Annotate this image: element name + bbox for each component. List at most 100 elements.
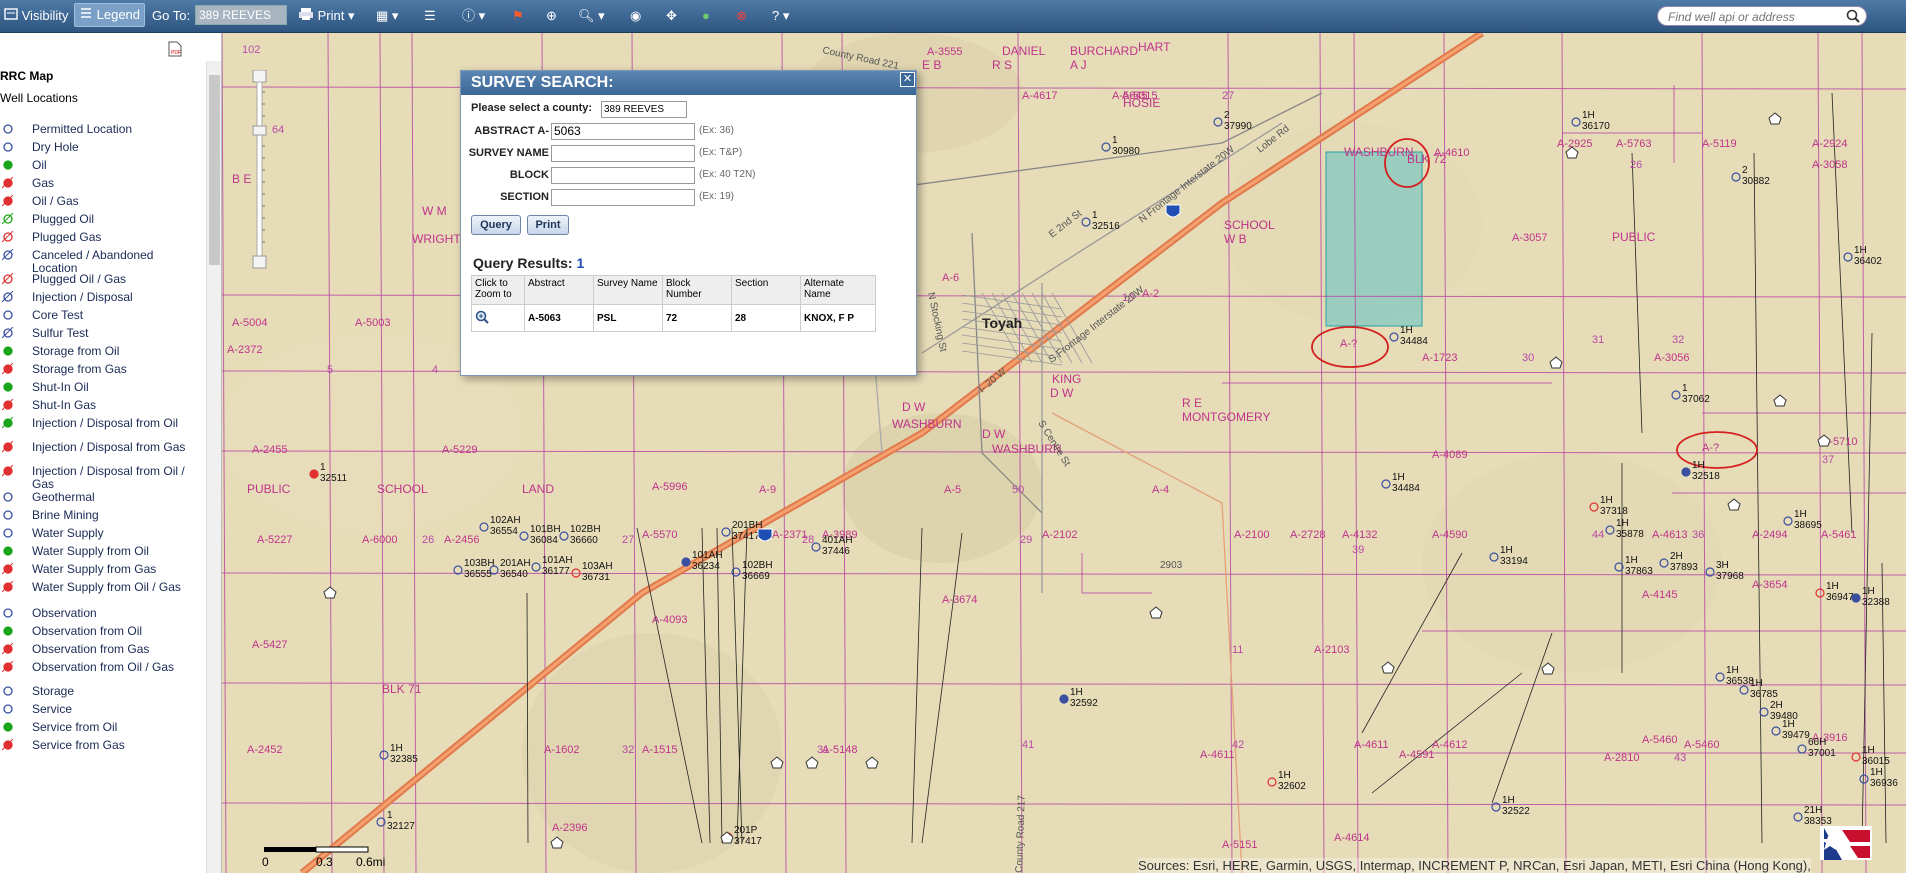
close-icon[interactable]: ✕	[900, 72, 915, 87]
service-icon	[2, 703, 14, 715]
well-api: 36540	[500, 569, 528, 580]
map-label: A-4093	[652, 614, 687, 626]
legend-item-label: Service	[32, 702, 73, 716]
abstract-input[interactable]: 5063	[551, 123, 695, 140]
crosshair-icon: ⊕	[546, 8, 557, 23]
well-api: 32511	[320, 473, 348, 484]
legend-title: RRC Map	[0, 69, 54, 83]
map-label: A-2810	[1604, 752, 1639, 764]
well-symbol	[519, 531, 529, 541]
layer-tool-button[interactable]: ☰	[424, 5, 436, 27]
well-api: 32592	[1070, 698, 1098, 709]
legend-item-label: Core Test	[32, 308, 84, 322]
survey-name-input[interactable]	[551, 145, 695, 162]
map-label: A-5	[944, 484, 961, 496]
well-api: 35878	[1616, 529, 1644, 540]
county-select[interactable]: 389 REEVES	[601, 101, 687, 118]
layers-icon: ☰	[424, 8, 436, 23]
well-number: 3H	[1716, 560, 1729, 571]
full-extent-button[interactable]: ◉	[630, 5, 641, 27]
well-search-input[interactable]	[1666, 7, 1850, 27]
map-label: Toyah	[982, 315, 1022, 331]
map-label: A-6000	[362, 534, 397, 546]
map-label: 32	[622, 744, 634, 756]
scale-label-1: 0.3	[316, 855, 333, 869]
flag-button[interactable]: ⚑	[512, 5, 524, 27]
map-label: 41	[1022, 739, 1034, 751]
well-symbol	[681, 557, 691, 567]
dry-hole-marker	[1381, 661, 1395, 674]
map-label: 29	[1020, 534, 1032, 546]
map-label: 5	[327, 364, 333, 376]
clear-button[interactable]: ⊗	[736, 5, 747, 27]
zoom-to-icon[interactable]	[475, 310, 489, 327]
pan-button[interactable]: ✥	[666, 5, 677, 27]
table-row[interactable]: A-5063 PSL 72 28 KNOX, F P	[471, 304, 876, 332]
storage-icon	[2, 685, 14, 697]
print-menu[interactable]: Print ▾	[298, 5, 355, 27]
globe-button[interactable]: ●	[702, 5, 710, 27]
zoom-slider[interactable]	[252, 69, 267, 270]
legend-button[interactable]: Legend	[74, 3, 146, 27]
legend-scroll-thumb[interactable]	[209, 75, 220, 265]
section-input[interactable]	[551, 189, 695, 206]
search-icon[interactable]	[1846, 9, 1860, 26]
dry-hole-marker	[1549, 356, 1563, 369]
gas-icon	[1, 176, 14, 189]
crosshair-button[interactable]: ⊕	[546, 5, 557, 27]
service-gas-icon	[1, 738, 14, 751]
well-symbol	[1771, 726, 1781, 736]
legend-label: Legend	[96, 7, 141, 22]
map-label: B E	[232, 172, 251, 186]
legend-item-label: Water Supply from Gas	[32, 562, 157, 576]
well-api: 37001	[1808, 748, 1836, 759]
zoom-to-cell[interactable]	[471, 304, 525, 332]
query-results-count: 1	[576, 255, 585, 271]
scale-label-2: 0.6mi	[356, 855, 385, 869]
map-label: A-6	[942, 272, 959, 284]
zoom-menu[interactable]: 🔍︎ ▾	[578, 5, 605, 27]
query-button[interactable]: Query	[471, 215, 521, 235]
highlighted-survey-area	[1325, 151, 1423, 327]
well-api: 36084	[530, 535, 558, 546]
goto-input[interactable]: 389 REEVES	[195, 5, 287, 25]
goto-label: Go To:	[152, 8, 191, 23]
well-number: 1H	[1400, 325, 1413, 336]
block-input[interactable]	[551, 167, 695, 184]
road-label: County Road 217	[1014, 794, 1028, 873]
map-label: A-9	[759, 484, 776, 496]
legend-section: Well Locations	[0, 91, 78, 105]
pdf-icon[interactable]: PDF	[168, 41, 182, 60]
well-number: 103AH	[582, 561, 613, 572]
map-label: 31	[1592, 334, 1604, 346]
print-button[interactable]: Print	[527, 215, 569, 235]
map-label: A-3058	[1812, 159, 1847, 171]
shut-in-oil-icon	[2, 381, 14, 393]
well-search-box[interactable]	[1657, 6, 1867, 27]
well-api: 37446	[822, 546, 850, 557]
water-supply-icon	[2, 527, 14, 539]
visibility-button[interactable]: Visibility	[4, 5, 68, 27]
well-api: 37893	[1670, 562, 1698, 573]
legend-item-label: Geothermal	[32, 490, 95, 504]
well-symbol	[1739, 685, 1749, 695]
well-lateral-line	[1631, 152, 1643, 434]
info-menu[interactable]: ⓘ ▾	[462, 5, 485, 27]
help-menu[interactable]: ? ▾	[772, 5, 789, 27]
well-symbol	[1681, 467, 1691, 477]
well-number: 102BH	[570, 524, 601, 535]
legend-item-label: Storage from Oil	[32, 344, 120, 358]
well-symbol	[1797, 744, 1807, 754]
well-symbol	[1389, 332, 1399, 342]
map-label: A-3654	[1752, 579, 1787, 591]
legend-scrollbar[interactable]	[206, 61, 221, 873]
well-number: 1H	[1870, 767, 1883, 778]
well-number: 66H	[1808, 737, 1826, 748]
basemap-menu[interactable]: ▦ ▾	[376, 5, 398, 27]
well-symbol	[559, 531, 569, 541]
map-label: 28	[222, 33, 234, 36]
print-label: Print	[317, 8, 345, 23]
results-table: Click to Zoom to Abstract Survey Name Bl…	[471, 275, 876, 332]
map-label: A-2103	[1314, 644, 1349, 656]
well-number: 1H	[1070, 687, 1083, 698]
